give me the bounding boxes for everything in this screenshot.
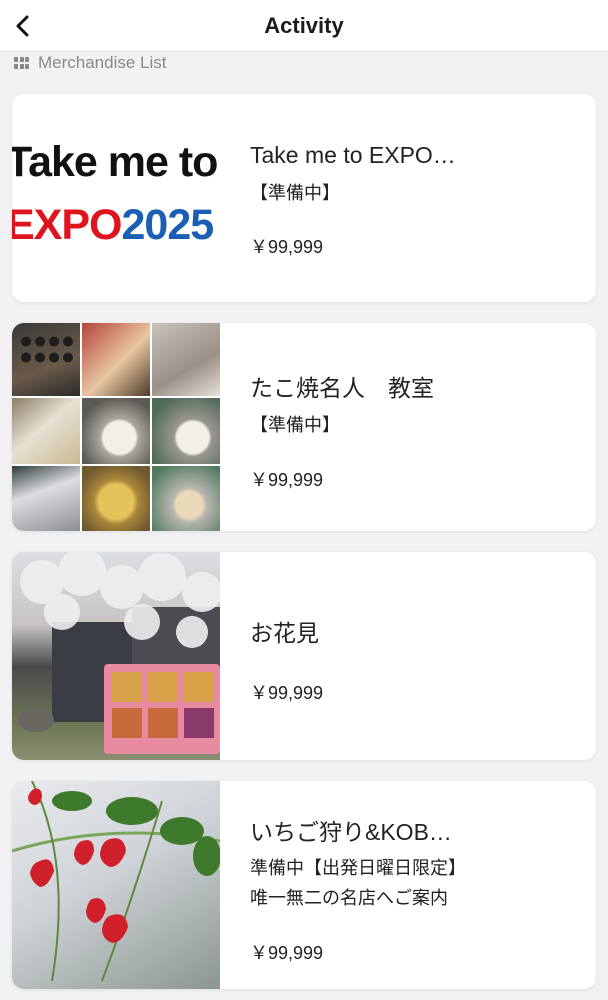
product-status: 【準備中】 bbox=[250, 183, 340, 203]
product-title: いちご狩り&KOB… bbox=[250, 819, 452, 845]
product-thumbnail bbox=[12, 323, 220, 531]
thumbnail-text: Take me to bbox=[12, 138, 218, 186]
product-description-line-1: 準備中【出発日曜日限定】 bbox=[250, 858, 466, 878]
merchandise-card-hanami[interactable]: お花見 ￥99,999 bbox=[12, 552, 596, 760]
card-info: たこ焼名人 教室 【準備中】 ￥99,999 bbox=[250, 323, 578, 531]
product-title: Take me to EXPO… bbox=[250, 142, 456, 168]
product-price: ￥99,999 bbox=[250, 683, 324, 703]
product-price: ￥99,999 bbox=[250, 470, 324, 490]
product-thumbnail: Take me to EXPO2025 bbox=[12, 94, 220, 302]
product-status: 【準備中】 bbox=[250, 415, 340, 435]
card-info: いちご狩り&KOB… 準備中【出発日曜日限定】 唯一無二の名店へご案内 ￥99,… bbox=[250, 781, 578, 989]
product-thumbnail bbox=[12, 781, 220, 989]
app-header: Activity bbox=[0, 0, 608, 52]
card-info: お花見 ￥99,999 bbox=[250, 552, 578, 760]
section-header: Merchandise List bbox=[14, 52, 167, 74]
grid-icon bbox=[14, 57, 29, 69]
product-thumbnail bbox=[12, 552, 220, 760]
product-price: ￥99,999 bbox=[250, 237, 324, 257]
page-title: Activity bbox=[264, 13, 344, 38]
merchandise-card-takoyaki[interactable]: たこ焼名人 教室 【準備中】 ￥99,999 bbox=[12, 323, 596, 531]
merchandise-card-strawberry[interactable]: いちご狩り&KOB… 準備中【出発日曜日限定】 唯一無二の名店へご案内 ￥99,… bbox=[12, 781, 596, 989]
merchandise-card-expo[interactable]: Take me to EXPO2025 Take me to EXPO… 【準備… bbox=[12, 94, 596, 302]
product-title: お花見 bbox=[250, 620, 319, 646]
product-description-line-2: 唯一無二の名店へご案内 bbox=[250, 888, 448, 908]
product-title: たこ焼名人 教室 bbox=[250, 375, 434, 401]
product-price: ￥99,999 bbox=[250, 943, 324, 963]
section-label: Merchandise List bbox=[38, 53, 167, 72]
thumbnail-logo-text: EXPO2025 bbox=[12, 201, 214, 249]
card-info: Take me to EXPO… 【準備中】 ￥99,999 bbox=[250, 94, 578, 302]
